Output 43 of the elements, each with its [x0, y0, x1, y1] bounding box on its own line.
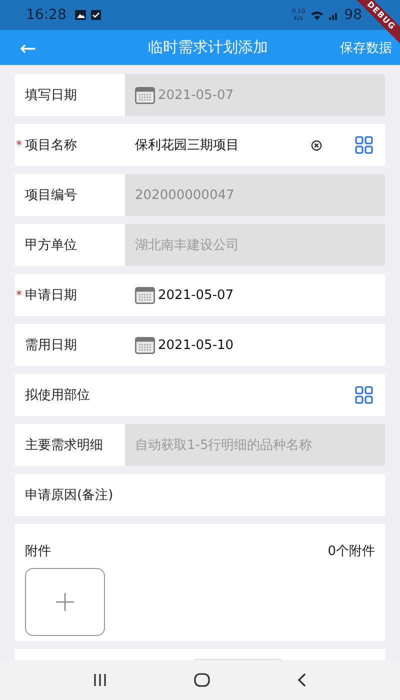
clear-icon[interactable] — [311, 140, 322, 150]
calendar-icon — [135, 286, 155, 304]
attachments-label: 附件 — [25, 543, 51, 560]
attachment-count: 0个附件 — [328, 543, 375, 560]
wifi-icon — [310, 10, 324, 20]
signal-icon — [329, 10, 340, 20]
field-label: 拟使用部位 — [25, 386, 90, 404]
save-button[interactable]: 保存数据 — [340, 38, 392, 56]
field-label: 填写日期 — [25, 86, 77, 104]
back-icon[interactable] — [296, 673, 307, 687]
grid-icon[interactable] — [355, 136, 373, 154]
field-label: 申请日期 — [25, 286, 77, 304]
field-value: 2021-05-07 — [158, 288, 234, 302]
recent-apps-icon[interactable] — [93, 674, 108, 686]
field-label: 项目名称 — [25, 136, 77, 154]
required-mark: * — [16, 137, 22, 154]
field-label: 申请原因(备注) — [25, 486, 114, 504]
input-field[interactable]: 2021-05-07 — [125, 274, 385, 316]
checkbox-icon — [91, 10, 102, 20]
calendar-icon — [135, 336, 155, 354]
add-attachment-button[interactable] — [25, 568, 105, 636]
back-button[interactable]: ← — [0, 36, 56, 60]
field-placeholder: 自动获取1-5行明细的品种名称 — [135, 437, 312, 454]
clock: 16:28 — [26, 7, 66, 23]
field-value: 2021-05-10 — [158, 338, 234, 352]
home-icon[interactable] — [194, 673, 210, 687]
image-icon — [75, 10, 86, 20]
grid-icon[interactable] — [355, 386, 373, 404]
input-field[interactable]: 2021-05-10 — [125, 324, 385, 366]
input-field[interactable]: 保利花园三期项目 — [125, 124, 385, 166]
calendar-icon — [135, 86, 155, 104]
field-value: 202000000047 — [135, 188, 234, 202]
field-value: 2021-05-07 — [158, 88, 234, 102]
field-value: 保利花园三期项目 — [135, 137, 239, 154]
required-mark: * — [16, 287, 22, 304]
field-label: 甲方单位 — [25, 236, 77, 254]
field-label: 需用日期 — [25, 336, 77, 354]
page-title: 临时需求计划添加 — [147, 38, 269, 57]
plus-icon — [56, 593, 74, 611]
field-placeholder: 湖北南丰建设公司 — [135, 237, 239, 254]
field-label: 主要需求明细 — [25, 436, 103, 454]
field-label: 项目编号 — [25, 186, 77, 204]
battery-level: 98 — [344, 7, 362, 23]
